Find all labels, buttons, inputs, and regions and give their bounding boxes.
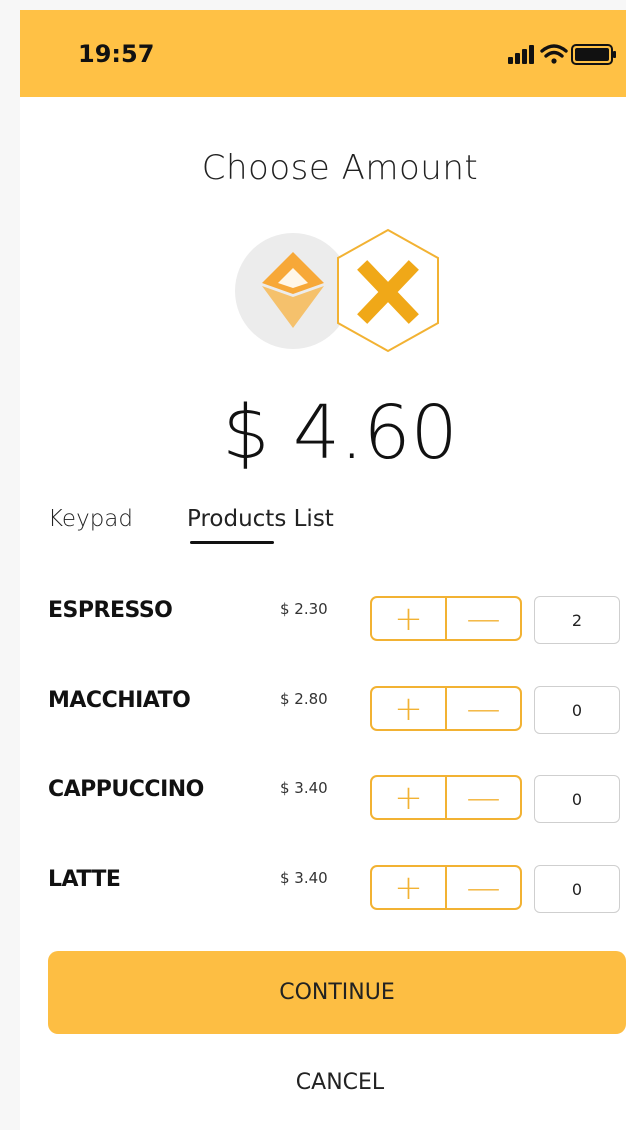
product-name: LATTE: [48, 867, 121, 892]
tab-products-list[interactable]: Products List: [187, 506, 334, 532]
decrement-button[interactable]: —: [447, 777, 520, 818]
quantity-field[interactable]: [534, 686, 620, 734]
active-tab-indicator: [190, 541, 274, 544]
product-price: $ 3.40: [280, 779, 328, 797]
increment-button[interactable]: +: [372, 777, 447, 818]
tab-keypad[interactable]: Keypad: [48, 506, 133, 532]
quantity-field[interactable]: [534, 865, 620, 913]
decrement-button[interactable]: —: [447, 688, 520, 729]
product-name: CAPPUCCINO: [48, 777, 204, 802]
product-row-macchiato: MACCHIATO $ 2.80 + —: [20, 686, 626, 742]
quantity-stepper: + —: [370, 775, 522, 820]
increment-button[interactable]: +: [372, 867, 447, 908]
increment-button[interactable]: +: [372, 598, 447, 639]
quantity-field[interactable]: [534, 775, 620, 823]
decrement-button[interactable]: —: [447, 867, 520, 908]
product-name: ESPRESSO: [48, 598, 173, 623]
page-title: Choose Amount: [201, 148, 479, 188]
wifi-icon: [540, 44, 568, 64]
product-row-espresso: ESPRESSO $ 2.30 + —: [20, 596, 626, 652]
total-amount: $ 4.60: [222, 390, 458, 476]
increment-button[interactable]: +: [372, 688, 447, 729]
product-price: $ 3.40: [280, 869, 328, 887]
quantity-stepper: + —: [370, 686, 522, 731]
coin-logos: [235, 228, 439, 353]
status-time: 19:57: [78, 40, 155, 68]
cancel-button[interactable]: CANCEL: [20, 1070, 626, 1095]
product-name: MACCHIATO: [48, 688, 191, 713]
product-row-latte: LATTE $ 3.40 + —: [20, 865, 626, 921]
status-icons: [508, 44, 616, 65]
phone-screen: 19:57 Choose Amount $ 4.60 Keypad Produc…: [20, 10, 626, 1130]
status-bar: 19:57: [20, 10, 626, 97]
quantity-stepper: + —: [370, 596, 522, 641]
product-row-cappuccino: CAPPUCCINO $ 3.40 + —: [20, 775, 626, 831]
quantity-field[interactable]: [534, 596, 620, 644]
quantity-stepper: + —: [370, 865, 522, 910]
product-price: $ 2.30: [280, 600, 328, 618]
continue-button[interactable]: CONTINUE: [48, 951, 626, 1034]
battery-icon: [571, 44, 616, 65]
signal-icon: [508, 45, 534, 64]
diamond-logo-icon: [235, 233, 351, 349]
decrement-button[interactable]: —: [447, 598, 520, 639]
product-price: $ 2.80: [280, 690, 328, 708]
x-hexagon-logo-icon: [337, 228, 439, 353]
